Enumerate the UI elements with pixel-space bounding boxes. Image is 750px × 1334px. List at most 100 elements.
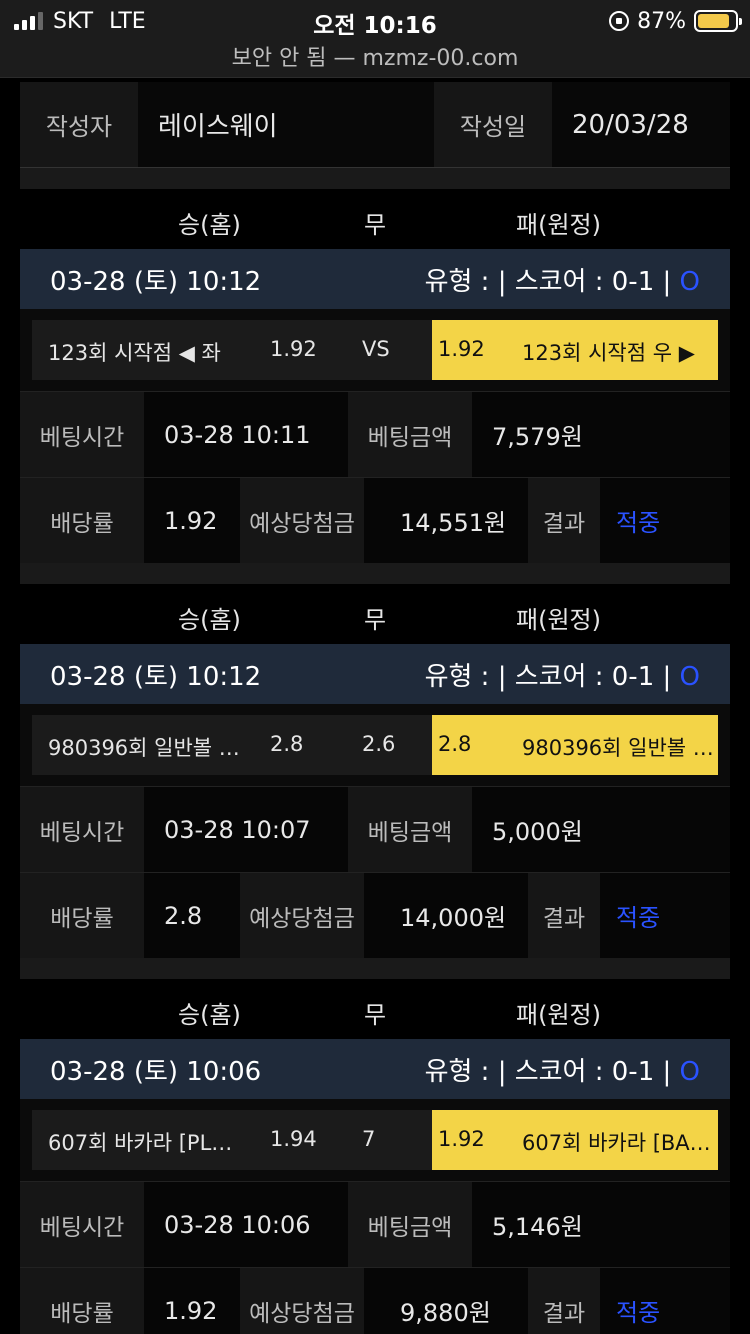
away-side-selected[interactable]: 1.92 607회 바카라 [BA… [432, 1110, 718, 1170]
away-side-selected[interactable]: 1.92 123회 시작점 우 ▶ [432, 320, 718, 380]
match-date-row: 03-28 (토) 10:06 유형 : | 스코어 : 0-1 | O [20, 1039, 730, 1099]
result-value: 적중 [600, 1268, 730, 1334]
draw-header: 무 [364, 1001, 387, 1029]
home-header: 승(홈) [178, 1001, 241, 1029]
home-odds: 2.8 [270, 732, 304, 756]
bet-time-row: 베팅시간 03-28 10:07 베팅금액 5,000원 [20, 786, 730, 872]
expected-value: 14,551원 [364, 478, 528, 563]
odds-header: 승(홈) 무 패(원정) [20, 189, 730, 249]
author-value: 레이스웨이 [138, 82, 434, 167]
type-score-text: 유형 : | 스코어 : 0-1 | [424, 266, 672, 297]
bet-time-value: 03-28 10:11 [144, 392, 348, 477]
post-meta: 작성자 레이스웨이 작성일 20/03/28 [20, 82, 730, 168]
rotation-lock-icon [609, 11, 630, 31]
odds-label: 배당률 [20, 478, 144, 563]
bet-time-row: 베팅시간 03-28 10:11 베팅금액 7,579원 [20, 391, 730, 477]
match-datetime: 03-28 (토) 10:12 [50, 266, 262, 297]
home-side[interactable]: 123회 시작점 ◀ 좌 1.92 VS [32, 320, 432, 380]
divider [20, 168, 730, 189]
match-row: 980396회 일반볼 … 2.8 2.6 2.8 980396회 일반볼 … [20, 704, 730, 786]
expected-label: 예상당첨금 [240, 873, 364, 958]
home-team: 607회 바카라 [PL… [48, 1131, 233, 1155]
match-date-row: 03-28 (토) 10:12 유형 : | 스코어 : 0-1 | O [20, 249, 730, 309]
battery-fill [698, 14, 730, 28]
bet-list: 승(홈) 무 패(원정) 03-28 (토) 10:12 유형 : | 스코어 … [20, 189, 730, 1334]
bet-time-label: 베팅시간 [20, 1182, 144, 1267]
payout-row: 배당률 1.92 예상당첨금 9,880원 결과 적중 [20, 1267, 730, 1334]
home-team: 123회 시작점 ◀ 좌 [48, 341, 221, 365]
bet-amount-label: 베팅금액 [348, 392, 472, 477]
draw-odds: VS [362, 337, 390, 361]
payout-row: 배당률 1.92 예상당첨금 14,551원 결과 적중 [20, 477, 730, 563]
divider [20, 563, 730, 584]
url-bar[interactable]: 보안 안 됨 — mzmz-00.com [0, 40, 750, 72]
result-label: 결과 [528, 873, 600, 958]
result-marker: O [679, 266, 700, 297]
type-score: 유형 : | 스코어 : 0-1 | O [425, 656, 700, 693]
away-header: 패(원정) [516, 606, 601, 634]
result-text: 적중 [616, 904, 661, 932]
result-marker: O [679, 1056, 700, 1087]
home-side[interactable]: 607회 바카라 [PL… 1.94 7 [32, 1110, 432, 1170]
away-header: 패(원정) [516, 1001, 601, 1029]
match-row: 123회 시작점 ◀ 좌 1.92 VS 1.92 123회 시작점 우 ▶ [20, 309, 730, 391]
expected-value: 9,880원 [364, 1268, 528, 1334]
away-odds: 2.8 [438, 732, 472, 756]
away-header: 패(원정) [516, 211, 601, 239]
home-odds: 1.94 [270, 1127, 317, 1151]
away-odds: 1.92 [438, 337, 485, 361]
match-datetime: 03-28 (토) 10:12 [50, 661, 262, 692]
home-header: 승(홈) [178, 606, 241, 634]
draw-header: 무 [364, 211, 387, 239]
bet-time-label: 베팅시간 [20, 392, 144, 477]
type-score: 유형 : | 스코어 : 0-1 | O [425, 261, 700, 298]
odds-label: 배당률 [20, 873, 144, 958]
expected-label: 예상당첨금 [240, 478, 364, 563]
away-team: 607회 바카라 [BA… [522, 1131, 711, 1155]
result-marker: O [679, 661, 700, 692]
bet-time-label: 베팅시간 [20, 787, 144, 872]
match-row: 607회 바카라 [PL… 1.94 7 1.92 607회 바카라 [BA… [20, 1099, 730, 1181]
odds-header: 승(홈) 무 패(원정) [20, 584, 730, 644]
home-team: 980396회 일반볼 … [48, 736, 240, 760]
author-label: 작성자 [20, 82, 138, 167]
page-content: 작성자 레이스웨이 작성일 20/03/28 승(홈) 무 패(원정) 03-2… [20, 82, 730, 1334]
odds-label: 배당률 [20, 1268, 144, 1334]
bet-card: 승(홈) 무 패(원정) 03-28 (토) 10:12 유형 : | 스코어 … [20, 584, 730, 958]
battery-percent: 87% [637, 8, 686, 34]
battery-icon [694, 10, 742, 32]
type-score-text: 유형 : | 스코어 : 0-1 | [424, 1056, 672, 1087]
status-right: 87% [609, 8, 742, 34]
date-value: 20/03/28 [552, 82, 730, 167]
bet-time-value: 03-28 10:07 [144, 787, 348, 872]
bet-card: 승(홈) 무 패(원정) 03-28 (토) 10:06 유형 : | 스코어 … [20, 979, 730, 1334]
bet-time-row: 베팅시간 03-28 10:06 베팅금액 5,146원 [20, 1181, 730, 1267]
odds-value: 1.92 [144, 1268, 240, 1334]
away-side-selected[interactable]: 2.8 980396회 일반볼 … [432, 715, 718, 775]
odds-value: 1.92 [144, 478, 240, 563]
bet-card: 승(홈) 무 패(원정) 03-28 (토) 10:12 유형 : | 스코어 … [20, 189, 730, 563]
away-team: 123회 시작점 우 ▶ [522, 341, 695, 365]
result-label: 결과 [528, 1268, 600, 1334]
type-score-text: 유형 : | 스코어 : 0-1 | [424, 661, 672, 692]
expected-label: 예상당첨금 [240, 1268, 364, 1334]
result-value: 적중 [600, 873, 730, 958]
bet-amount-label: 베팅금액 [348, 1182, 472, 1267]
date-label: 작성일 [434, 82, 552, 167]
bet-amount-value: 7,579원 [472, 392, 730, 477]
away-team: 980396회 일반볼 … [522, 736, 714, 760]
type-score: 유형 : | 스코어 : 0-1 | O [425, 1051, 700, 1088]
bet-amount-label: 베팅금액 [348, 787, 472, 872]
draw-header: 무 [364, 606, 387, 634]
result-text: 적중 [616, 509, 661, 537]
home-side[interactable]: 980396회 일반볼 … 2.8 2.6 [32, 715, 432, 775]
expected-value: 14,000원 [364, 873, 528, 958]
draw-odds: 7 [362, 1127, 376, 1151]
bet-amount-value: 5,000원 [472, 787, 730, 872]
odds-value: 2.8 [144, 873, 240, 958]
divider [20, 958, 730, 979]
match-date-row: 03-28 (토) 10:12 유형 : | 스코어 : 0-1 | O [20, 644, 730, 704]
result-value: 적중 [600, 478, 730, 563]
draw-odds: 2.6 [362, 732, 396, 756]
home-header: 승(홈) [178, 211, 241, 239]
